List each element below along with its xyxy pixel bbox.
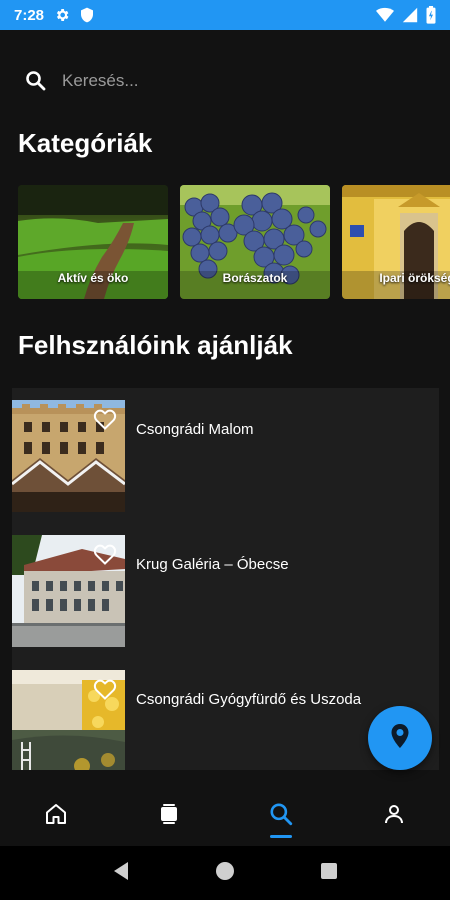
list-item-title: Csongrádi Gyógyfürdő és Uszoda xyxy=(136,691,362,708)
list-item-thumbnail xyxy=(12,670,125,770)
category-label: Borászatok xyxy=(222,271,288,285)
bottom-navigation xyxy=(0,786,450,846)
battery-icon xyxy=(426,6,436,24)
home-circle-icon[interactable] xyxy=(215,861,235,886)
list-item-thumbnail xyxy=(12,400,125,512)
category-card-wineries[interactable]: Borászatok xyxy=(180,185,330,299)
map-pin-icon xyxy=(389,723,411,753)
recents-icon[interactable] xyxy=(320,862,338,885)
heart-icon[interactable] xyxy=(93,678,117,700)
search-icon xyxy=(24,69,48,93)
recommendations-title: Felhsználóink ajánlják xyxy=(18,330,293,360)
gear-icon xyxy=(54,7,70,23)
status-time: 7:28 xyxy=(14,6,45,24)
list-item[interactable]: Csongrádi Malom xyxy=(12,400,439,512)
home-icon xyxy=(44,802,68,831)
profile-icon xyxy=(382,802,406,831)
category-card-industrial-heritage[interactable]: Ipari örökség xyxy=(342,185,450,299)
nav-cards[interactable] xyxy=(113,786,226,846)
list-item-title: Csongrádi Malom xyxy=(136,421,254,438)
recommendations-list[interactable]: Csongrádi Malom Krug Galéria – Óbecse Cs… xyxy=(12,388,439,770)
search-icon xyxy=(268,801,294,832)
heart-icon[interactable] xyxy=(93,408,117,430)
categories-title: Kategóriák xyxy=(18,128,153,158)
category-label: Aktív és öko xyxy=(57,271,129,285)
app-screen: 7:28 Kategóriák xyxy=(0,0,450,900)
map-button[interactable] xyxy=(368,706,432,770)
category-label: Ipari örökség xyxy=(379,271,450,285)
shield-icon xyxy=(80,7,94,23)
system-navigation-bar xyxy=(0,846,450,900)
wifi-icon xyxy=(376,7,394,23)
search-input[interactable] xyxy=(62,71,402,91)
list-item-thumbnail xyxy=(12,535,125,647)
list-item-title: Krug Galéria – Óbecse xyxy=(136,556,289,573)
back-icon[interactable] xyxy=(112,861,130,886)
list-item[interactable]: Krug Galéria – Óbecse xyxy=(12,535,439,647)
heart-icon[interactable] xyxy=(93,543,117,565)
cards-icon xyxy=(157,802,181,831)
nav-home[interactable] xyxy=(0,786,113,846)
search-bar[interactable] xyxy=(24,62,424,100)
nav-search[interactable] xyxy=(225,786,338,846)
categories-carousel[interactable]: Aktív és öko Borászatok Ipari örökség xyxy=(18,185,450,299)
signal-icon xyxy=(402,7,418,23)
nav-profile[interactable] xyxy=(338,786,450,846)
category-card-active-eco[interactable]: Aktív és öko xyxy=(18,185,168,299)
status-bar: 7:28 xyxy=(0,0,450,30)
